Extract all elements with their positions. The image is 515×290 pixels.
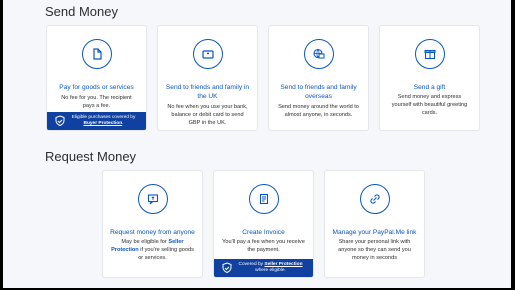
request-money-anyone-card[interactable]: Request money from anyone May be eligibl… (102, 170, 203, 278)
buyer-protection-banner: Eligible purchases covered by Buyer Prot… (47, 112, 146, 130)
create-invoice-card[interactable]: Create Invoice You'll pay a fee when you… (213, 170, 314, 278)
card-title: Manage your PayPal.Me link (332, 229, 417, 236)
card-description: Send money around the world to almost an… (278, 104, 359, 118)
card-title: Send to friends and family in the UK (165, 84, 250, 100)
paypal-send-request-panel: Send Money Pay for goods or services No … (3, 0, 511, 288)
send-gift-card[interactable]: Send a gift Send money and express yours… (379, 25, 480, 131)
card-description: May be eligible for Seller Protection if… (111, 239, 194, 261)
card-title: Send a gift (413, 84, 446, 91)
gift-icon (414, 39, 445, 69)
card-description: Share your personal link with anyone so … (338, 239, 411, 261)
document-icon (81, 39, 112, 69)
bank-card-icon (192, 39, 223, 69)
card-description: You'll pay a fee when you receive the pa… (222, 239, 305, 253)
card-title: Request money from anyone (110, 229, 195, 236)
card-description: No fee when you use your bank, balance o… (167, 104, 248, 126)
shield-icon (55, 115, 65, 127)
send-friends-overseas-card[interactable]: Send to friends and family overseas Send… (268, 25, 369, 131)
pay-goods-services-card[interactable]: Pay for goods or services No fee for you… (46, 25, 147, 131)
paypal-me-link-card[interactable]: Manage your PayPal.Me link Share your pe… (324, 170, 425, 278)
banner-text: Eligible purchases covered by Buyer Prot… (71, 114, 136, 127)
buyer-protection-link[interactable]: Buyer Protection (84, 121, 123, 126)
seller-protection-link[interactable]: Seller Protection (264, 262, 302, 267)
card-description: Send money and express yourself with bea… (391, 94, 468, 116)
request-money-heading: Request Money (45, 149, 137, 164)
link-icon (359, 184, 390, 214)
seller-protection-banner: Covered by Seller Protection where eligi… (214, 259, 313, 277)
card-title: Send to friends and family overseas (280, 84, 357, 100)
card-description: No fee for you. The recipient pays a fee… (61, 95, 132, 109)
invoice-icon (248, 184, 279, 214)
request-message-icon (137, 184, 168, 214)
shield-icon (222, 262, 232, 274)
send-money-heading: Send Money (45, 4, 118, 19)
banner-text: Covered by Seller Protection where eligi… (238, 261, 303, 274)
card-title: Pay for goods or services (59, 84, 134, 91)
card-title: Create Invoice (242, 229, 285, 236)
send-friends-uk-card[interactable]: Send to friends and family in the UK No … (157, 25, 258, 131)
globe-icon (303, 39, 334, 69)
